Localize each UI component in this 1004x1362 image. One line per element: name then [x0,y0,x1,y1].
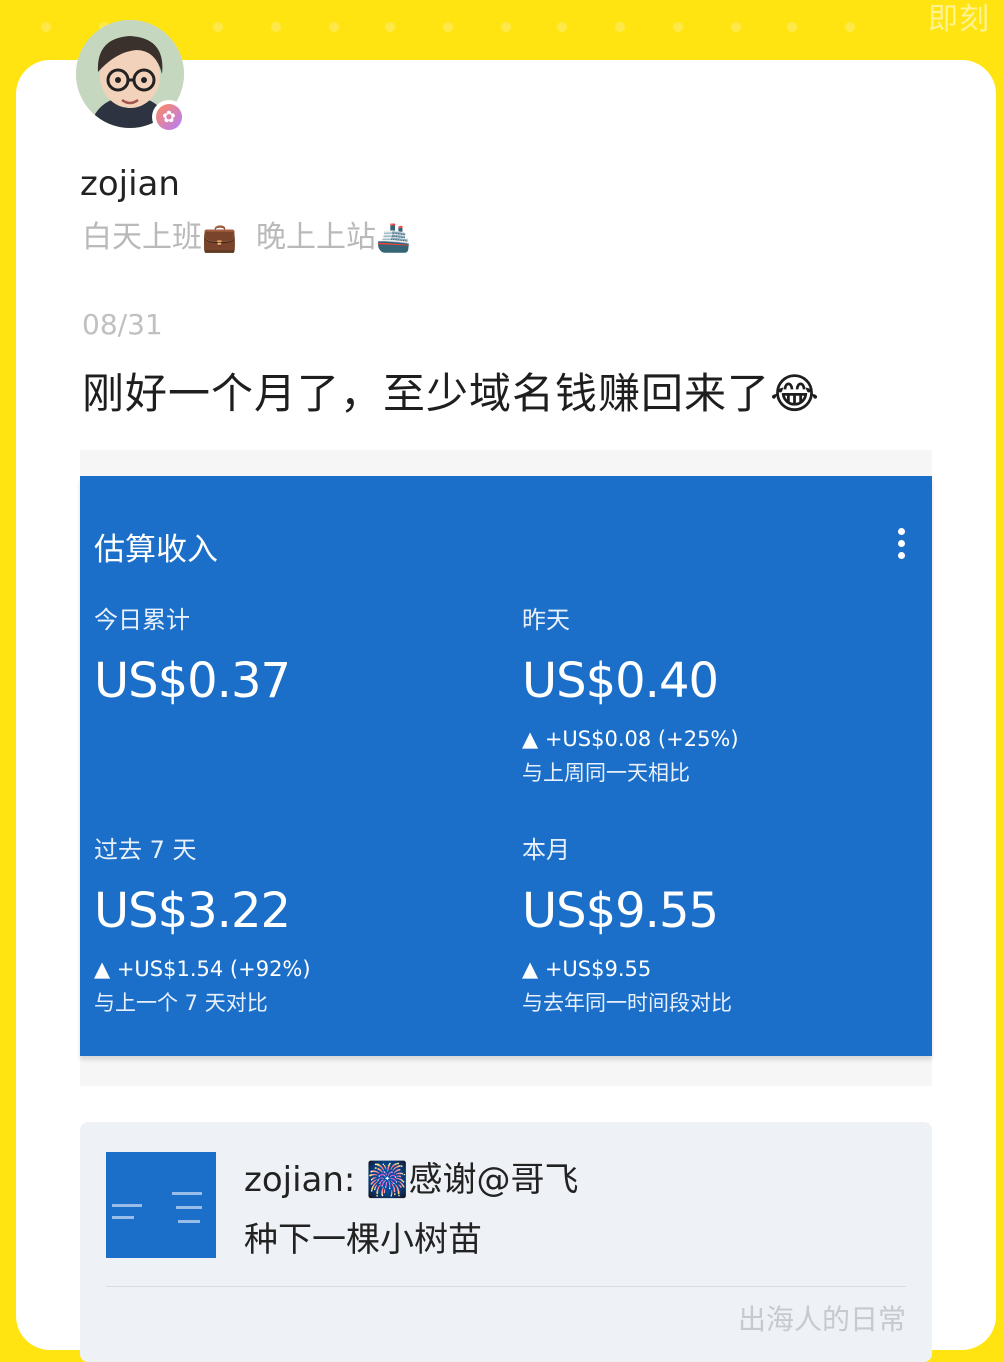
author-bio: 白天上班💼 晚上上站🚢 [82,212,411,256]
metric-label: 昨天 [522,606,570,634]
shared-post-author: zojian: [244,1160,367,1200]
shared-post-line-2: 种下一棵小树苗 [244,1220,482,1260]
bio-text: 白天上班 [82,220,202,255]
author-name[interactable]: zojian [80,164,180,204]
metric-value: US$0.40 [522,653,719,709]
metric-value: US$3.22 [94,883,291,939]
shared-post-card[interactable]: zojian: 🎆感谢@哥飞 种下一棵小树苗 出海人的日常 [80,1122,932,1362]
metric-delta: ▲ +US$0.08 (+25%) [522,727,739,751]
app-watermark: 即刻 [928,2,990,37]
topic-link[interactable]: 出海人的日常 [738,1298,906,1338]
shared-post-thumbnail [106,1152,216,1258]
metric-label: 本月 [522,836,570,864]
flower-icon: ✿ [156,104,182,130]
metric-compare: 与上周同一天相比 [522,761,690,785]
bio-text-2: 晚上上站 [255,220,376,255]
adsense-earnings-card: 估算收入 今日累计 US$0.37 昨天 US$0.40 ▲ +US$0.08 … [80,476,932,1056]
metric-label: 今日累计 [94,606,190,634]
ship-icon: 🚢 [375,221,411,254]
metric-label: 过去 7 天 [94,836,197,864]
divider [106,1286,906,1287]
metric-value: US$9.55 [522,883,719,939]
post-image[interactable]: 估算收入 今日累计 US$0.37 昨天 US$0.40 ▲ +US$0.08 … [80,450,932,1086]
metric-delta: ▲ +US$1.54 (+92%) [94,957,311,981]
more-vert-icon[interactable] [898,528,906,562]
metric-compare: 与上一个 7 天对比 [94,991,268,1015]
shared-post-text: 感谢@哥飞 [408,1160,579,1200]
metric-this-month: 本月 US$9.55 ▲ +US$9.55 与去年同一时间段对比 [522,830,922,1017]
metric-compare: 与去年同一时间段对比 [522,991,732,1015]
verified-badge: ✿ [152,100,186,134]
metric-delta: ▲ +US$9.55 [522,957,652,981]
post-card: ✿ zojian 白天上班💼 晚上上站🚢 08/31 刚好一个月了，至少域名钱赚… [16,20,996,1362]
post-body: 刚好一个月了，至少域名钱赚回来了 [82,369,771,418]
shared-post-line-1: zojian: 🎆感谢@哥飞 [244,1152,579,1201]
metric-last-7-days: 过去 7 天 US$3.22 ▲ +US$1.54 (+92%) 与上一个 7 … [94,830,494,1017]
earnings-title: 估算收入 [94,532,218,568]
post-date: 08/31 [82,308,163,341]
metric-today: 今日累计 US$0.37 [94,600,494,709]
metric-yesterday: 昨天 US$0.40 ▲ +US$0.08 (+25%) 与上周同一天相比 [522,600,922,787]
post-text: 刚好一个月了，至少域名钱赚回来了😂 [82,360,820,421]
laughing-emoji-icon: 😂 [770,369,821,418]
metric-value: US$0.37 [94,653,291,709]
fireworks-icon: 🎆 [366,1160,409,1200]
briefcase-icon: 💼 [202,221,237,254]
